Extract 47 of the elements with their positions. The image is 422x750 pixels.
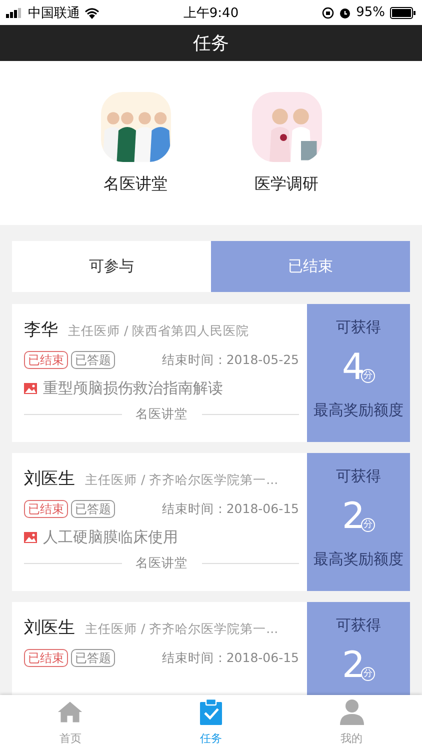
status-tag: 已结束: [24, 351, 68, 369]
end-time: 结束时间 : 2018-06-15: [162, 500, 299, 518]
reward-note: 最高奖励额度: [314, 550, 404, 569]
doctor-name: 刘医生: [24, 468, 75, 490]
alarm-icon: [339, 6, 352, 18]
tab-bar-item[interactable]: 首页: [0, 695, 141, 750]
status-tag: 已答题: [71, 351, 115, 369]
battery-icon: [390, 6, 416, 18]
home-icon: [57, 699, 84, 725]
tab-bar-item[interactable]: 我的: [281, 695, 422, 750]
clipboard-check-icon: [198, 699, 224, 725]
signal-icon: [6, 8, 24, 18]
end-time: 结束时间 : 2018-05-25: [162, 352, 299, 368]
doctor-name: 李华: [24, 319, 58, 341]
carrier-name: 中国联通: [28, 4, 80, 22]
status-tag: 已答题: [71, 649, 115, 667]
category-button[interactable]: 名医讲堂: [100, 92, 170, 194]
tab-bar-item[interactable]: 任务: [140, 695, 282, 750]
person-icon: [338, 699, 365, 725]
reward-label: 可获得: [336, 616, 381, 635]
wifi-icon: [84, 6, 100, 18]
reward-note: 最高奖励额度: [314, 401, 404, 420]
doctor-title: 主任医师 / 齐齐哈尔医学院第一...: [85, 621, 278, 638]
end-time: 结束时间 : 2018-06-15: [162, 650, 299, 666]
category-button[interactable]: 医学调研: [252, 92, 322, 194]
image-icon: [24, 383, 37, 394]
clock-time: 上午9:40: [183, 6, 239, 20]
course-title[interactable]: 人工硬脑膜临床使用: [43, 528, 178, 547]
course-title[interactable]: 重型颅脑损伤救治指南解读: [43, 379, 223, 398]
points-unit: 分: [360, 667, 375, 681]
doctor-name: 刘医生: [24, 617, 75, 639]
reward-label: 可获得: [336, 318, 381, 337]
filter-tab[interactable]: 可参与: [12, 241, 211, 292]
doctor-title: 主任医师 / 陕西省第四人民医院: [68, 323, 250, 340]
page-title: 任务: [193, 32, 229, 55]
doctor-title: 主任医师 / 齐齐哈尔医学院第一...: [85, 472, 278, 489]
points-unit: 分: [360, 518, 375, 532]
reward-label: 可获得: [336, 467, 381, 486]
rotation-lock-icon: [322, 6, 334, 18]
status-tag: 已答题: [71, 500, 115, 518]
status-tag: 已结束: [24, 649, 68, 667]
status-tag: 已结束: [24, 500, 68, 518]
source-label: 名医讲堂: [136, 406, 188, 423]
filter-tab[interactable]: 已结束: [211, 241, 410, 292]
source-label: 名医讲堂: [136, 555, 188, 572]
battery-percent: 95%: [356, 5, 386, 20]
image-icon: [24, 532, 37, 543]
